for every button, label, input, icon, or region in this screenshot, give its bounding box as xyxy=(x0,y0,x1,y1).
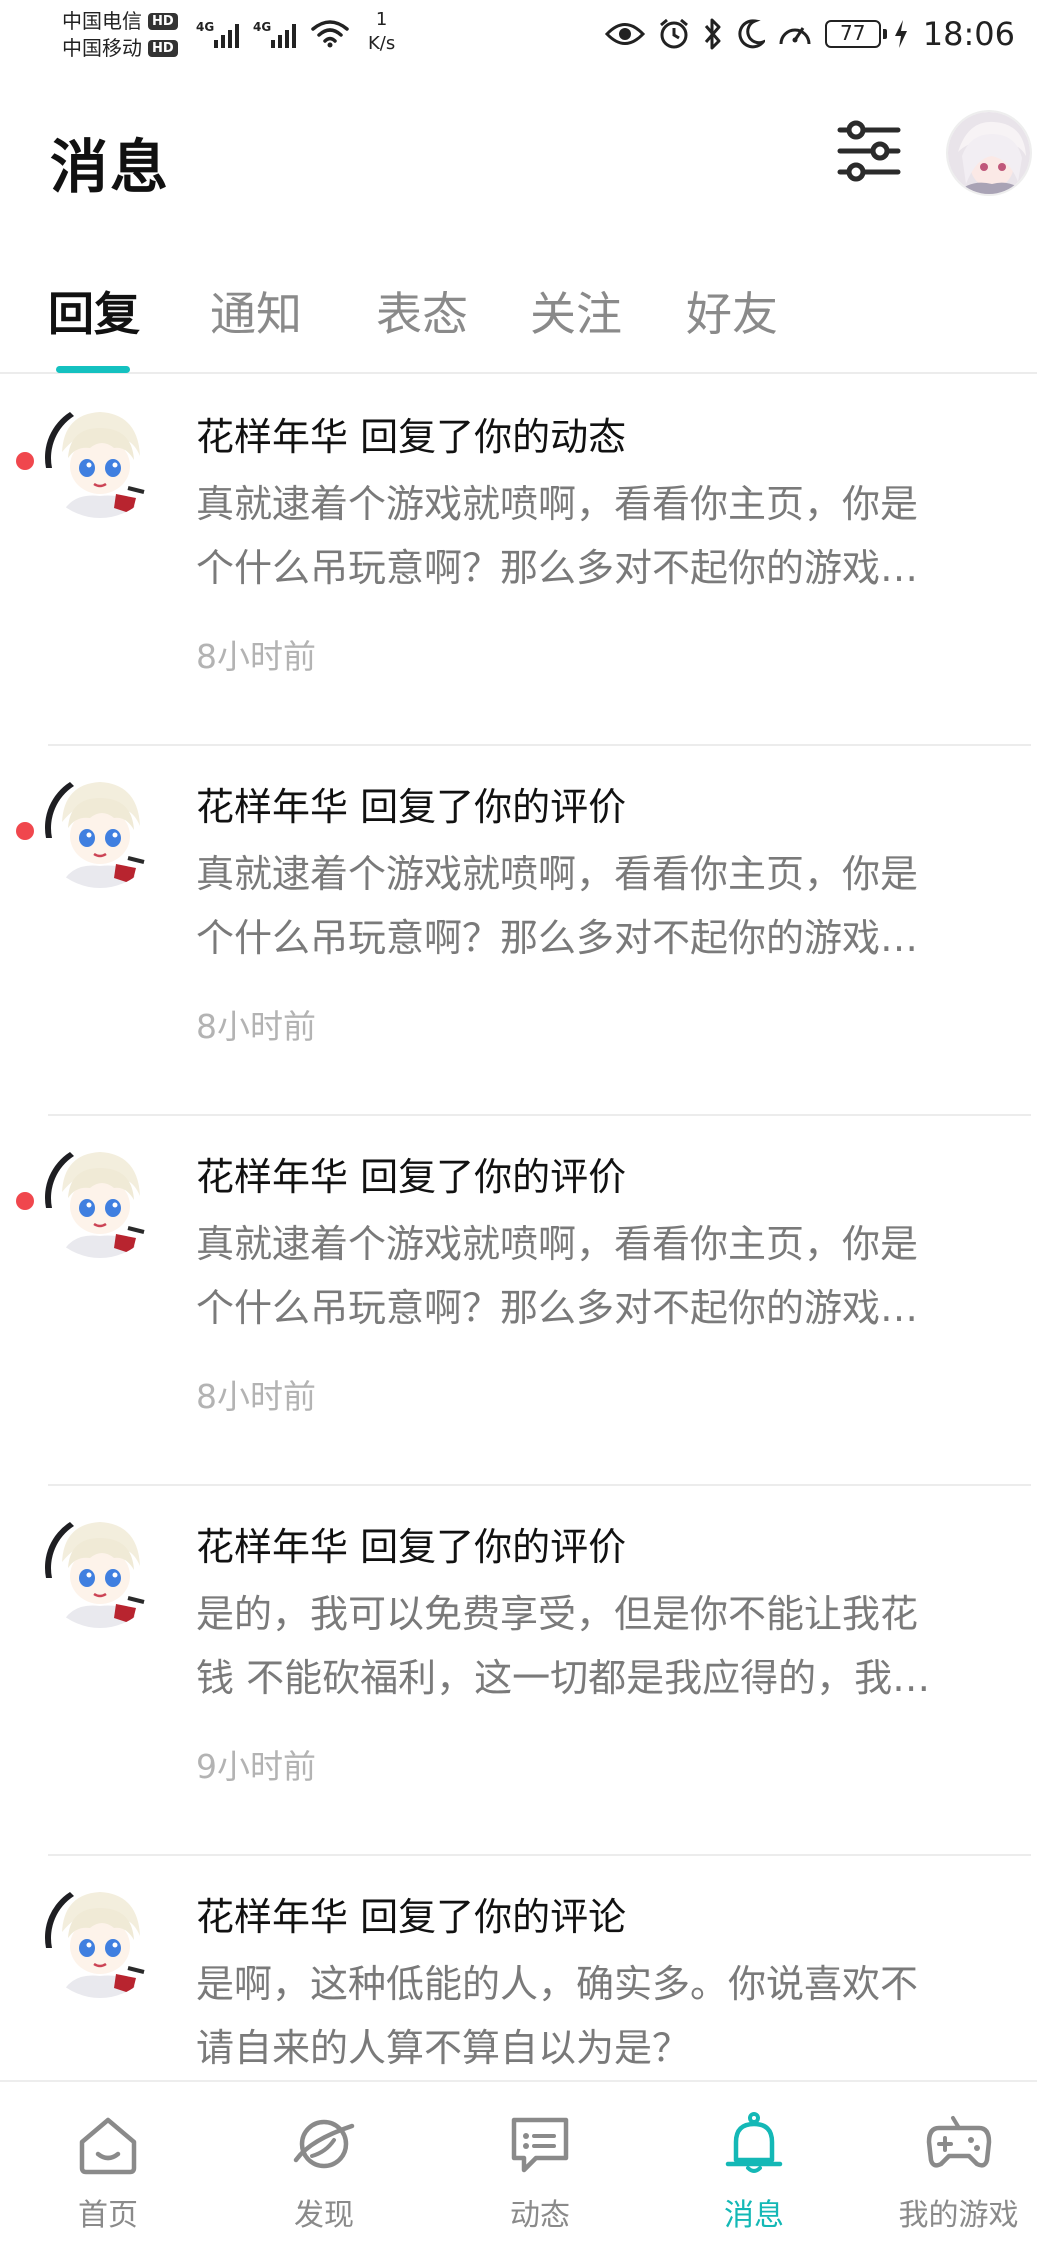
header: 消息 xyxy=(0,92,1037,222)
network-speed: 1 K/s xyxy=(368,9,396,54)
avatar-image xyxy=(948,112,1030,194)
unread-dot xyxy=(16,452,34,470)
message-preview: 是的，我可以免费享受，但是你不能让我花 钱 不能砍福利，这一切都是我应得的，我… xyxy=(196,1592,931,1700)
avatar-image xyxy=(40,768,160,888)
nav-my-games[interactable]: 我的游戏 xyxy=(880,2082,1037,2244)
status-bar: 中国电信 HD 中国移动 HD 4G 4G 1 K/s 77 18:06 xyxy=(0,0,1037,72)
message-item[interactable]: 花样年华 回复了你的评价 真就逮着个游戏就喷啊，看看你主页，你是 个什么吊玩意啊… xyxy=(0,746,1037,1116)
user-avatar[interactable] xyxy=(946,110,1032,196)
nav-home[interactable]: 首页 xyxy=(18,2082,198,2244)
carrier-info: 中国电信 HD 中国移动 HD xyxy=(62,8,178,62)
message-time: 8小时前 xyxy=(196,1377,316,1416)
message-title: 花样年华 回复了你的动态 xyxy=(196,415,627,459)
message-time: 9小时前 xyxy=(196,1747,316,1786)
chat-icon xyxy=(511,2117,569,2173)
message-preview: 是啊，这种低能的人，确实多。你说喜欢不 请自来的人算不算自以为是？ xyxy=(196,1962,919,2070)
active-tab-indicator xyxy=(56,366,130,373)
signal-icon: 4G xyxy=(253,20,296,48)
charging-icon xyxy=(894,20,907,48)
message-title: 花样年华 回复了你的评价 xyxy=(196,1155,627,1199)
message-title: 花样年华 回复了你的评论 xyxy=(196,1895,627,1939)
message-item[interactable]: 花样年华 回复了你的评价 是的，我可以免费享受，但是你不能让我花 钱 不能砍福利… xyxy=(0,1486,1037,1856)
hd-badge: HD xyxy=(148,40,178,57)
message-time: 8小时前 xyxy=(196,637,316,676)
status-right: 77 18:06 xyxy=(604,12,1015,56)
sliders-icon[interactable] xyxy=(836,116,902,186)
nav-label: 动态 xyxy=(510,2198,570,2233)
tab-reply[interactable]: 回复 xyxy=(48,278,140,344)
network-type: 4G xyxy=(253,20,272,34)
sender-avatar[interactable] xyxy=(40,768,160,888)
avatar-image xyxy=(40,1508,160,1628)
sender-avatar[interactable] xyxy=(40,1508,160,1628)
message-time: 8小时前 xyxy=(196,1007,316,1046)
avatar-image xyxy=(40,398,160,518)
planet-icon xyxy=(293,2119,355,2169)
avatar-image xyxy=(40,1138,160,1258)
message-title: 花样年华 回复了你的评价 xyxy=(196,785,627,829)
eye-icon xyxy=(604,23,645,45)
nav-discover[interactable]: 发现 xyxy=(234,2082,414,2244)
message-tabs: 回复 通知 表态 关注 好友 xyxy=(0,262,1037,374)
gamepad-icon xyxy=(926,2116,991,2168)
wifi-icon xyxy=(311,20,349,48)
sender-avatar[interactable] xyxy=(40,398,160,518)
tab-notice[interactable]: 通知 xyxy=(210,278,302,344)
message-preview: 真就逮着个游戏就喷啊，看看你主页，你是 个什么吊玩意啊？那么多对不起你的游戏… xyxy=(196,1222,919,1330)
sender-avatar[interactable] xyxy=(40,1138,160,1258)
hd-badge: HD xyxy=(148,13,178,30)
bell-icon xyxy=(725,2112,783,2173)
carrier-2: 中国移动 xyxy=(62,36,142,60)
nav-messages[interactable]: 消息 xyxy=(664,2082,844,2244)
nav-label: 消息 xyxy=(724,2198,784,2233)
message-title: 花样年华 回复了你的评价 xyxy=(196,1525,627,1569)
carrier-1: 中国电信 xyxy=(62,9,142,33)
speedometer-icon xyxy=(779,27,811,45)
unread-dot xyxy=(16,1192,34,1210)
tab-reaction[interactable]: 表态 xyxy=(376,278,468,344)
moon-icon xyxy=(738,19,765,49)
message-list: 花样年华 回复了你的动态 真就逮着个游戏就喷啊，看看你主页，你是 个什么吊玩意啊… xyxy=(0,376,1037,2226)
nav-label: 发现 xyxy=(294,2198,354,2233)
bluetooth-icon xyxy=(704,18,721,50)
network-type: 4G xyxy=(196,20,215,34)
signal-indicators: 4G 4G xyxy=(196,18,350,48)
nav-label: 我的游戏 xyxy=(898,2198,1019,2233)
message-item[interactable]: 花样年华 回复了你的动态 真就逮着个游戏就喷啊，看看你主页，你是 个什么吊玩意啊… xyxy=(0,376,1037,746)
battery-indicator: 77 xyxy=(824,20,887,48)
tab-follow[interactable]: 关注 xyxy=(530,278,622,344)
message-preview: 真就逮着个游戏就喷啊，看看你主页，你是 个什么吊玩意啊？那么多对不起你的游戏… xyxy=(196,852,919,960)
unread-dot xyxy=(16,822,34,840)
nav-feed[interactable]: 动态 xyxy=(450,2082,630,2244)
signal-icon: 4G xyxy=(196,20,239,48)
nav-label: 首页 xyxy=(78,2198,138,2233)
tab-friends[interactable]: 好友 xyxy=(686,278,778,344)
avatar-image xyxy=(40,1878,160,1998)
page-title: 消息 xyxy=(50,133,171,201)
message-item[interactable]: 花样年华 回复了你的评价 真就逮着个游戏就喷啊，看看你主页，你是 个什么吊玩意啊… xyxy=(0,1116,1037,1486)
sender-avatar[interactable] xyxy=(40,1878,160,1998)
bottom-nav: 首页 发现 动态 消息 我的游戏 xyxy=(0,2080,1037,2244)
home-icon xyxy=(79,2117,137,2175)
message-preview: 真就逮着个游戏就喷啊，看看你主页，你是 个什么吊玩意啊？那么多对不起你的游戏… xyxy=(196,482,919,590)
clock: 18:06 xyxy=(922,15,1015,53)
alarm-icon xyxy=(659,18,688,49)
